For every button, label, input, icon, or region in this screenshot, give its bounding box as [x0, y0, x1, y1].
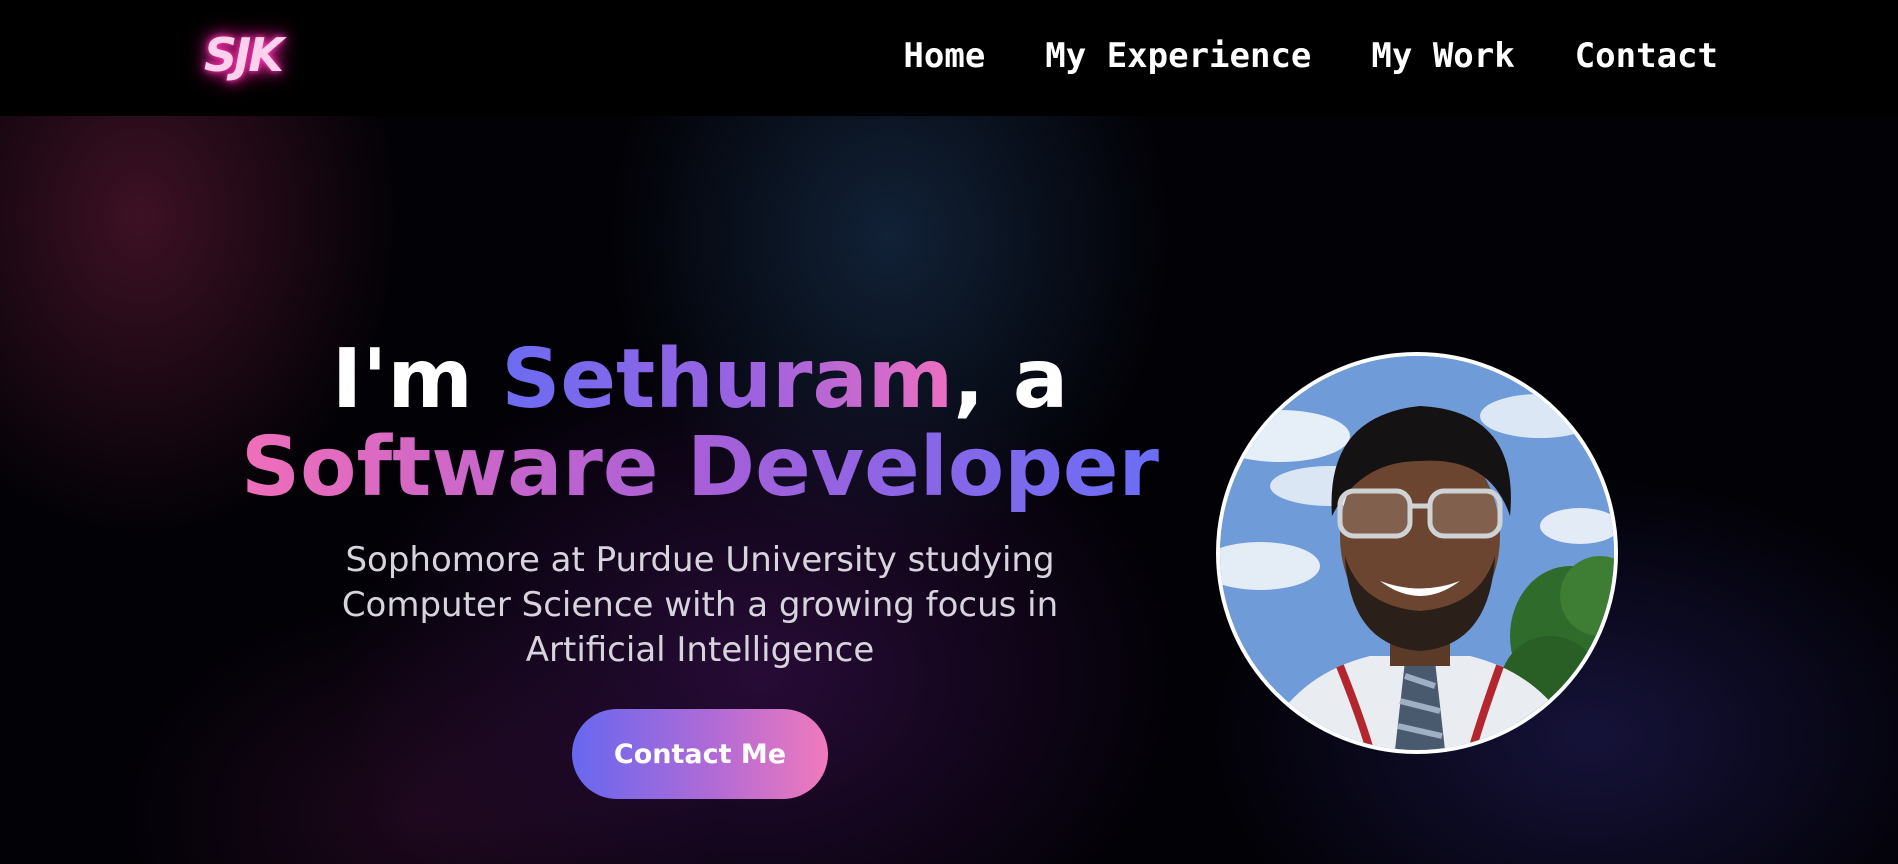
hero-headline: I'm Sethuram, a Software Developer	[180, 336, 1220, 512]
headline-suffix: , a	[953, 332, 1069, 427]
nav-link-my-work[interactable]: My Work	[1371, 36, 1514, 76]
nav-link-home[interactable]: Home	[903, 36, 985, 76]
profile-photo	[1216, 352, 1618, 754]
nav-link-contact[interactable]: Contact	[1575, 36, 1718, 76]
nav-link-my-experience[interactable]: My Experience	[1045, 36, 1311, 76]
site-logo[interactable]: SJK	[204, 28, 284, 82]
headline-prefix: I'm	[331, 332, 502, 427]
headline-role: Software Developer	[241, 420, 1159, 515]
contact-me-button[interactable]: Contact Me	[572, 709, 828, 799]
nav-menu: Home My Experience My Work Contact	[903, 36, 1718, 76]
headline-name: Sethuram	[501, 332, 954, 427]
navbar: SJK Home My Experience My Work Contact	[0, 0, 1898, 116]
hero-section: I'm Sethuram, a Software Developer Sopho…	[0, 116, 1898, 864]
profile-photo-illustration	[1220, 356, 1614, 750]
hero-text: I'm Sethuram, a Software Developer Sopho…	[180, 336, 1220, 799]
hero-subtitle: Sophomore at Purdue University studying …	[341, 540, 1059, 670]
